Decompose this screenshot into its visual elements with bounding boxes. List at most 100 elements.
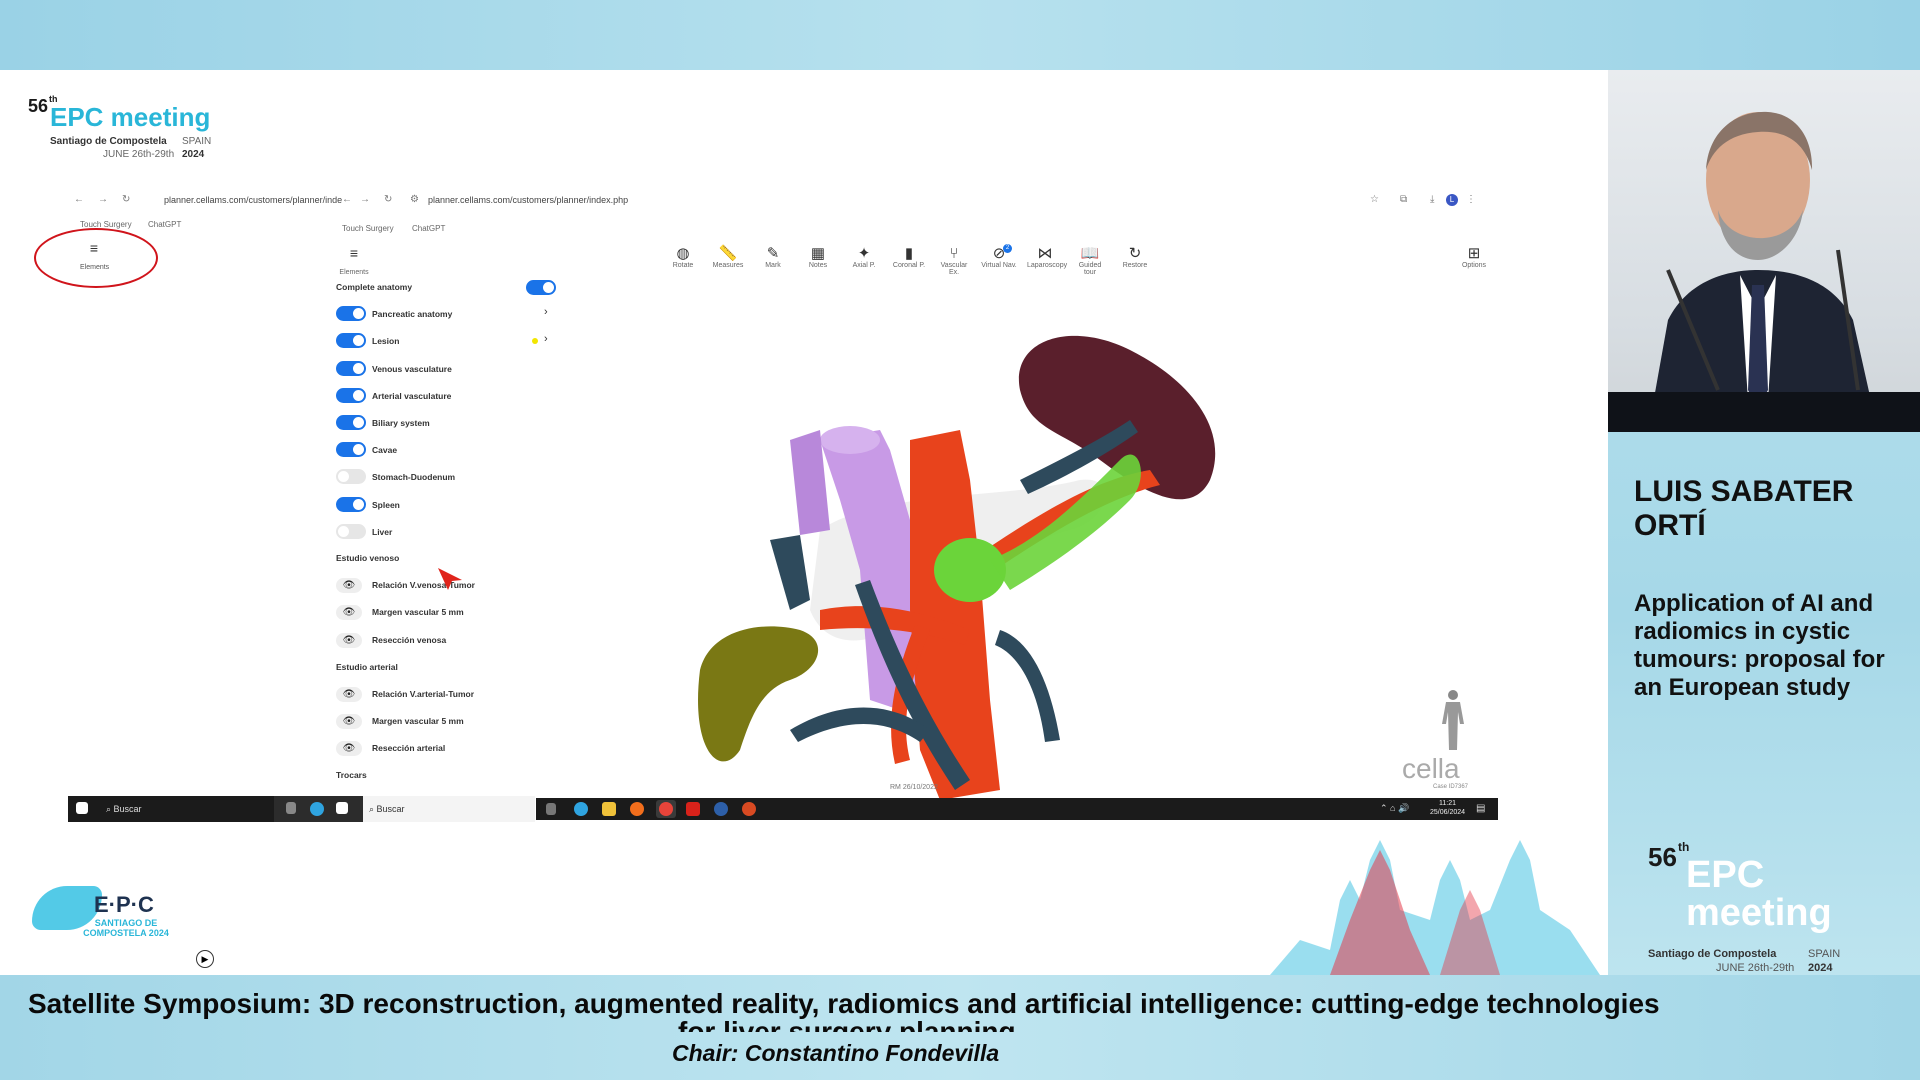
taskbar-clock[interactable]: 11:21 25/06/2024 [1430,799,1465,817]
toggle-venous[interactable] [336,361,366,376]
task-view-icon[interactable] [286,802,296,814]
bookmark-touch-surgery[interactable]: Touch Surgery [342,224,394,233]
tool-vascular[interactable]: ⑂ Vascular Ex. [936,246,972,277]
notification-badge: 2 [1003,244,1012,253]
reload-icon[interactable]: ↻ [122,194,130,205]
options-label: Options [1461,262,1487,269]
reload-icon[interactable]: ↻ [384,194,392,205]
left-url[interactable]: planner.cellams.com/customers/planner/in… [164,195,342,205]
clock-time: 11:21 [1439,800,1457,807]
taskbar-search[interactable]: ⌕ Buscar [106,804,142,815]
item-label: Spleen [372,500,400,510]
toggle-liver[interactable] [336,524,366,539]
windows-icon[interactable] [336,802,348,814]
item-label: Arterial vasculature [372,391,452,401]
anatomy-3d-model[interactable] [670,280,1230,820]
logo-word: EPC meeting [50,102,211,132]
symposium-title-overflow: for liver surgery planning [28,1018,1528,1032]
tool-measures[interactable]: 📏 Measures [710,246,746,270]
toggle-pancreatic-anatomy[interactable] [336,306,366,321]
item-label: Venous vasculature [372,364,452,374]
more-icon[interactable]: ⋮ [1466,194,1476,205]
logo-dates: JUNE 26th-29th [1716,962,1795,974]
tool-guided-tour[interactable]: 📖 Guided tour [1072,246,1108,277]
toggle-stomach-duodenum[interactable] [336,469,366,484]
forward-icon[interactable]: → [360,194,370,205]
task-view-icon[interactable] [546,803,556,815]
edge-icon[interactable] [574,802,588,816]
laparoscopy-icon: ⋈ [1037,245,1053,262]
item-label: Liver [372,527,393,537]
browser-bar: ← → ↻ ⚙ planner.cellams.com/customers/pl… [338,194,1498,210]
powerpoint-icon[interactable] [742,802,756,816]
event-logo: 56 th EPC meeting Santiago de Compostela… [28,94,248,166]
toggle-cavae[interactable] [336,442,366,457]
hamburger-icon: ≡ [349,245,359,261]
toggle-arterial[interactable] [336,388,366,403]
bookmark-chatgpt[interactable]: ChatGPT [412,224,445,233]
eye-icon[interactable]: 👁 [336,578,362,593]
complete-anatomy-toggle[interactable] [526,280,556,295]
tool-virtual-nav[interactable]: ⊘ Virtual Nav. 2 [981,244,1017,269]
notification-icon[interactable]: ▤ [1476,803,1485,814]
presentation-slide: 56 th EPC meeting Santiago de Compostela… [0,70,1608,975]
elements-button[interactable]: ≡ Elements [336,245,372,279]
camera-icon[interactable]: ▶ [196,950,214,968]
tool-laparoscopy[interactable]: ⋈ Laparoscopy [1027,245,1067,270]
windows-start-icon[interactable] [76,802,88,814]
forward-icon[interactable]: → [98,194,108,205]
symposium-title-line2: for liver surgery planning [678,1018,1016,1032]
eye-icon[interactable]: 👁 [336,714,362,729]
tool-axial[interactable]: ✦ Axial P. [846,246,882,270]
tool-restore[interactable]: ↻ Restore [1117,246,1153,270]
body-orientation-icon[interactable] [1438,688,1468,752]
tool-notes[interactable]: ▦ Notes [800,246,836,270]
eye-icon[interactable]: 👁 [336,633,362,648]
item-label: Stomach-Duodenum [372,472,456,482]
options-button[interactable]: ⊞ Options [1456,246,1492,270]
extensions-icon[interactable]: ⧉ [1400,194,1407,205]
item-label: Cavae [372,445,398,455]
tool-coronal[interactable]: ▮ Coronal P. [891,246,927,270]
toggle-biliary[interactable] [336,415,366,430]
back-icon[interactable]: ← [342,194,352,205]
acrobat-icon[interactable] [686,802,700,816]
url-field[interactable]: planner.cellams.com/customers/planner/in… [428,195,628,205]
profile-avatar[interactable]: L [1446,194,1458,206]
chevron-right-icon[interactable]: › [544,306,548,318]
chrome-icon[interactable] [659,802,673,816]
eye-icon[interactable]: 👁 [336,741,362,756]
epc-sub: SANTIAGO DE COMPOSTELA 2024 [83,918,169,938]
tool-rotate[interactable]: ◍ Rotate [665,246,701,270]
tool-mark[interactable]: ✎ Mark [755,246,791,270]
speaker-name: LUIS SABATER ORTÍ [1634,475,1854,542]
edge-icon[interactable] [310,802,324,816]
left-browser-bar: ← → ↻ planner.cellams.com/customers/plan… [68,194,342,208]
logo-year: 2024 [1808,962,1833,974]
chevron-right-icon[interactable]: › [544,333,548,345]
back-icon[interactable]: ← [74,194,84,205]
left-bookmark-2[interactable]: ChatGPT [148,220,181,229]
item-label: Lesion [372,336,400,346]
firefox-icon[interactable] [630,802,644,816]
logo-year: 2024 [182,149,205,160]
star-icon[interactable]: ☆ [1370,194,1379,205]
eye-icon[interactable]: 👁 [336,687,362,702]
tool-label: Notes [808,262,828,269]
toggle-lesion[interactable] [336,333,366,348]
eye-icon[interactable]: 👁 [336,605,362,620]
search-label: Buscar [113,804,142,814]
symposium-title: Satellite Symposium: 3D reconstruction, … [28,988,1660,1019]
app-icon[interactable] [714,802,728,816]
system-tray-icons[interactable]: ⌃ ⌂ 🔊 [1380,803,1409,814]
site-info-icon[interactable]: ⚙ [410,194,419,205]
left-taskbar-search[interactable]: ⌕ Buscar [363,796,535,822]
talk-title: Application of AI and radiomics in cysti… [1634,590,1885,701]
toggle-spleen[interactable] [336,497,366,512]
tool-label: Vascular Ex. [940,262,968,276]
item-label: Pancreatic anatomy [372,309,453,319]
epc-logo: E·P·C SANTIAGO DE COMPOSTELA 2024 [28,872,208,962]
download-icon[interactable]: ⤓ [1430,194,1434,205]
lesion-color-dot[interactable] [532,338,538,344]
file-explorer-icon[interactable] [602,802,616,816]
